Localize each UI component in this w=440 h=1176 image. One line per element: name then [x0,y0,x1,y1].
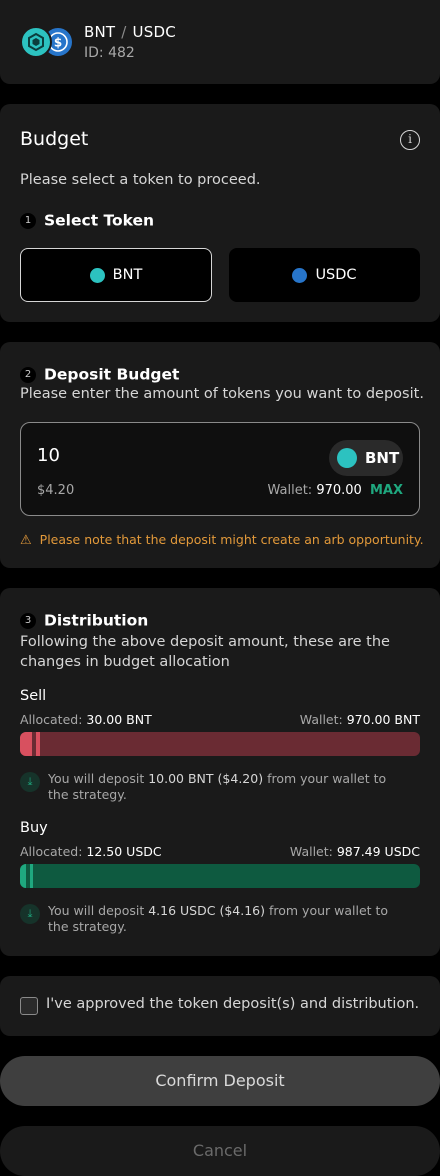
wallet-label: Wallet: [267,483,313,498]
wallet-balance: Wallet: 970.00 MAX [268,483,404,498]
deposit-fiat-value: $4.20 [37,483,75,498]
sell-wallet: Wallet: 970.00 BNT [300,712,420,727]
note-amount: 10.00 BNT [148,771,214,786]
approval-checkbox[interactable] [20,997,38,1015]
max-button[interactable]: MAX [370,483,403,498]
allocated-label: Allocated: [20,844,83,859]
wallet-label: Wallet: [299,712,343,727]
pair-separator: / [121,23,127,41]
allocated-value: 30.00 BNT [86,712,152,727]
sell-allocated: Allocated: 30.00 BNT [20,712,152,727]
deposit-step: 2 Deposit Budget [20,364,179,384]
note-prefix: You will deposit [48,771,145,786]
note-fiat: ($4.16) [219,903,265,918]
buy-deposit-note: You will deposit 4.16 USDC ($4.16) from … [48,903,408,935]
step-number: 3 [20,612,36,629]
token-option-bnt[interactable]: BNT [20,248,212,302]
bnt-token-icon [20,26,52,58]
sell-deposit-note: You will deposit 10.00 BNT ($4.20) from … [48,771,408,803]
warning-icon: ⚠ [20,533,32,548]
quote-token-name: USDC [132,23,176,41]
token-option-label: BNT [112,267,143,283]
wallet-value: 970.00 BNT [346,712,420,727]
confirm-deposit-button[interactable]: Confirm Deposit [0,1056,440,1106]
deposit-segment [30,864,33,888]
usdc-token-icon [292,267,308,283]
step-number: 2 [20,366,36,383]
bnt-token-icon [89,267,105,283]
buy-wallet: Wallet: 987.49 USDC [290,844,420,859]
wallet-label: Wallet: [289,844,333,859]
pair-header: $ BNT / USDC ID: 482 [0,0,440,84]
buy-allocation-bar [20,864,420,888]
warning-text: Please note that the deposit might creat… [39,532,424,547]
download-icon: ⤓ [20,772,40,792]
buy-title: Buy [20,820,48,836]
deposit-description: Please enter the amount of tokens you wa… [20,386,424,402]
sell-title: Sell [20,688,47,704]
deposit-token-label: BNT [365,449,400,467]
note-prefix: You will deposit [48,903,145,918]
deposit-segment [36,732,40,756]
cancel-button[interactable]: Cancel [0,1126,440,1176]
deposit-amount-box[interactable]: 10 BNT $4.20 Wallet: 970.00 MAX [20,422,420,516]
wallet-value: 987.49 USDC [336,844,420,859]
download-icon: ⤓ [20,904,40,924]
pair-title: BNT / USDC [84,23,176,41]
distribution-description: Following the above deposit amount, thes… [20,634,390,670]
distribution-step: 3 Distribution [20,610,148,630]
allocated-label: Allocated: [20,712,83,727]
arb-warning: ⚠ Please note that the deposit might crea… [20,532,424,548]
info-icon[interactable]: i [400,130,420,150]
budget-subtitle: Please select a token to proceed. [20,172,261,188]
bnt-token-icon [337,448,357,468]
approval-label: I've approved the token deposit(s) and d… [46,996,420,1012]
note-amount: 4.16 USDC [148,903,216,918]
step-title: Select Token [44,211,155,230]
token-option-label: USDC [315,267,357,283]
pair-logo: $ [20,26,74,58]
base-token-name: BNT [84,23,116,41]
token-option-usdc[interactable]: USDC [229,248,420,302]
wallet-value: 970.00 [316,483,362,498]
step-title: Distribution [44,611,149,630]
sell-allocation-bar [20,732,420,756]
buy-allocated: Allocated: 12.50 USDC [20,844,162,859]
allocated-value: 12.50 USDC [86,844,162,859]
step-title: Deposit Budget [44,365,180,384]
budget-title: Budget [20,128,89,150]
strategy-id: ID: 482 [84,45,135,61]
note-fiat: ($4.20) [217,771,264,786]
allocated-segment [20,864,26,888]
step-number: 1 [20,212,36,229]
deposit-amount-input[interactable]: 10 [37,445,60,466]
select-token-step: 1 Select Token [20,210,154,230]
deposit-token-chip: BNT [329,440,403,476]
allocated-segment [20,732,32,756]
svg-text:$: $ [54,36,62,50]
